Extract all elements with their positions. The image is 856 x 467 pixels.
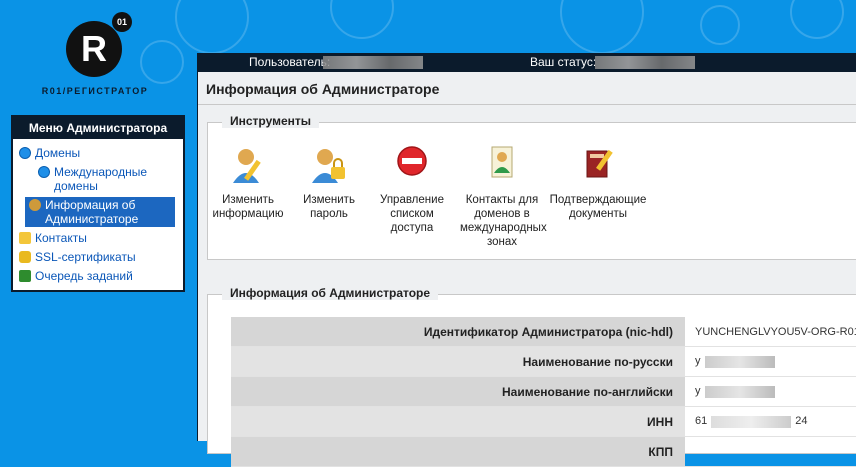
menu-item-task-queue[interactable]: Очередь заданий — [13, 268, 183, 284]
documents-button[interactable]: Подтверждающие документы — [548, 145, 648, 221]
tool-label: Управление списком доступа — [380, 194, 444, 234]
decorative-bubble — [790, 0, 844, 39]
menu-item-label: Международные домены — [54, 165, 148, 193]
intl-contacts-button[interactable]: Контакты для доменов в международных зонах — [460, 145, 547, 249]
logo[interactable]: R 01 R01/РЕГИСТРАТОР — [0, 0, 195, 110]
field-key: Идентификатор Администратора (nic-hdl) — [231, 317, 685, 347]
table-row: ИНН 61 24 — [231, 406, 856, 437]
admin-info-panel: Информация об Администраторе Идентификат… — [207, 286, 856, 467]
decorative-bubble — [560, 0, 644, 54]
menu-item-contacts[interactable]: Контакты — [13, 230, 183, 246]
page-title: Информация об Администраторе — [206, 81, 440, 97]
field-key: Наименование по-русски — [231, 346, 685, 377]
field-value: y — [685, 346, 856, 377]
admin-person-icon — [29, 199, 41, 211]
tool-label: Изменить информацию — [212, 194, 284, 220]
ssl-lock-icon — [19, 251, 31, 263]
logo-mark: R — [66, 21, 122, 77]
task-queue-icon — [19, 270, 31, 282]
contact-card-icon — [19, 232, 31, 244]
menu-item-intl-domains[interactable]: Международные домены — [13, 164, 183, 194]
access-list-icon — [392, 145, 432, 185]
tools-legend: Инструменты — [222, 114, 320, 128]
admin-menu-title: Меню Администратора — [13, 117, 183, 139]
menu-item-label: Домены — [35, 146, 81, 160]
admin-menu: Меню Администратора Домены Международные… — [11, 115, 185, 292]
change-password-button[interactable]: Изменить пароль — [294, 145, 364, 221]
documents-icon — [578, 145, 618, 185]
divider — [198, 104, 856, 105]
menu-item-label: Очередь заданий — [35, 269, 133, 283]
field-key: ИНН — [231, 406, 685, 437]
tool-label: Изменить пароль — [303, 194, 355, 220]
redacted-value — [704, 355, 775, 368]
field-key: Наименование по-английски — [231, 376, 685, 407]
user-status-bar: Пользователь: Ваш статус: — [197, 53, 856, 72]
redacted-value — [704, 385, 775, 398]
change-password-icon — [309, 145, 349, 185]
admin-info-table: Идентификатор Администратора (nic-hdl) Y… — [231, 317, 856, 467]
field-value: YUNCHENGLVYOU5V-ORG-R01 — [685, 317, 856, 347]
table-row: КПП — [231, 436, 856, 467]
table-row: Идентификатор Администратора (nic-hdl) Y… — [231, 317, 856, 347]
intl-contacts-icon — [482, 145, 522, 185]
redacted-value — [711, 415, 792, 428]
status-label: Ваш статус: — [530, 55, 597, 69]
table-row: Наименование по-русски y — [231, 346, 856, 377]
menu-item-label: SSL-сертификаты — [35, 250, 136, 264]
admin-info-legend: Информация об Администраторе — [222, 286, 439, 300]
redacted-username — [323, 56, 423, 69]
main-content: Информация об Администраторе Инструменты… — [197, 72, 856, 467]
decorative-bubble — [700, 5, 740, 45]
menu-item-ssl[interactable]: SSL-сертификаты — [13, 249, 183, 265]
field-value: 61 24 — [685, 406, 856, 437]
access-list-button[interactable]: Управление списком доступа — [372, 145, 452, 235]
menu-item-label: Информация об Администраторе — [45, 198, 139, 226]
field-key: КПП — [231, 436, 685, 467]
field-value — [685, 436, 856, 467]
field-value: y — [685, 376, 856, 407]
globe-icon — [38, 166, 50, 178]
edit-info-button[interactable]: Изменить информацию — [208, 145, 288, 221]
tools-panel: Инструменты Изменить информацию Изменить п… — [207, 114, 856, 260]
globe-icon — [19, 147, 31, 159]
redacted-status — [595, 56, 695, 69]
tool-label: Подтверждающие документы — [549, 194, 647, 220]
admin-menu-list: Домены Международные домены Информация о… — [13, 139, 183, 284]
menu-item-admin-info[interactable]: Информация об Администраторе — [25, 197, 175, 227]
edit-info-icon — [228, 145, 268, 185]
logo-superscript: 01 — [112, 12, 132, 32]
tool-label: Контакты для доменов в международных зонах — [460, 194, 547, 248]
logo-caption: R01/РЕГИСТРАТОР — [41, 86, 149, 96]
menu-item-label: Контакты — [35, 231, 87, 245]
user-label: Пользователь: — [249, 55, 331, 69]
menu-item-domains[interactable]: Домены — [13, 145, 183, 161]
decorative-bubble — [330, 0, 394, 39]
table-row: Наименование по-английски y — [231, 376, 856, 407]
